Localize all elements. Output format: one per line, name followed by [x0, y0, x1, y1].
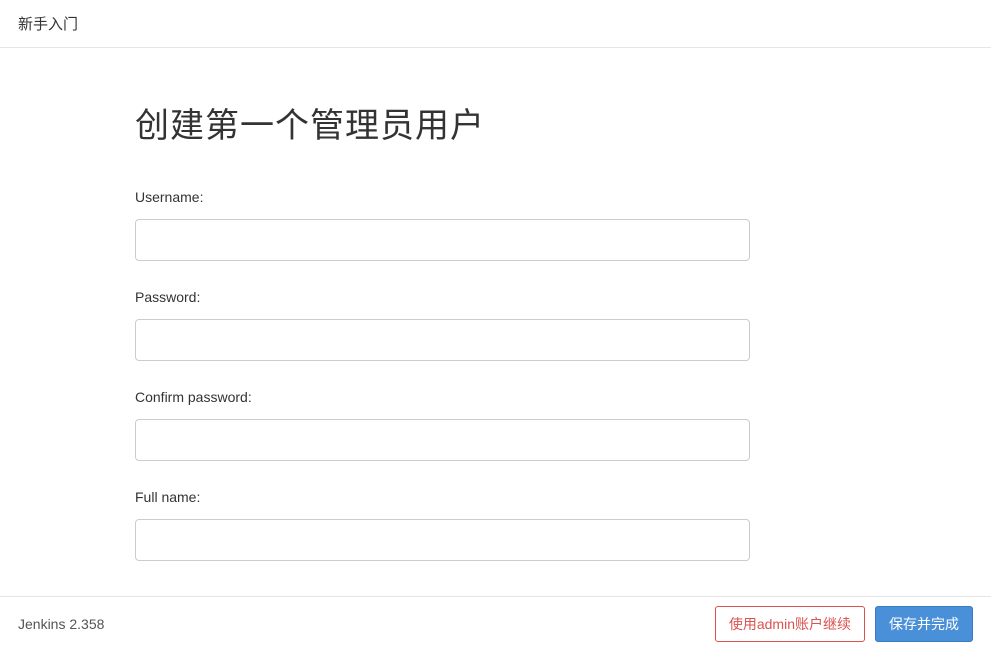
password-label: Password: — [135, 289, 856, 305]
save-and-finish-button[interactable]: 保存并完成 — [875, 606, 973, 642]
page-header: 新手入门 — [0, 0, 991, 48]
header-title: 新手入门 — [18, 16, 78, 33]
version-text: Jenkins 2.358 — [18, 616, 104, 632]
page-title: 创建第一个管理员用户 — [135, 98, 856, 147]
fullname-group: Full name: — [135, 489, 856, 561]
username-input[interactable] — [135, 219, 750, 261]
password-input[interactable] — [135, 319, 750, 361]
fullname-label: Full name: — [135, 489, 856, 505]
skip-admin-button[interactable]: 使用admin账户继续 — [715, 606, 865, 642]
footer-buttons: 使用admin账户继续 保存并完成 — [715, 606, 973, 642]
password-group: Password: — [135, 289, 856, 361]
main-content: 创建第一个管理员用户 Username: Password: Confirm p… — [0, 48, 991, 598]
confirm-password-group: Confirm password: — [135, 389, 856, 461]
confirm-password-label: Confirm password: — [135, 389, 856, 405]
username-label: Username: — [135, 189, 856, 205]
confirm-password-input[interactable] — [135, 419, 750, 461]
page-footer: Jenkins 2.358 使用admin账户继续 保存并完成 — [0, 596, 991, 650]
fullname-input[interactable] — [135, 519, 750, 561]
username-group: Username: — [135, 189, 856, 261]
